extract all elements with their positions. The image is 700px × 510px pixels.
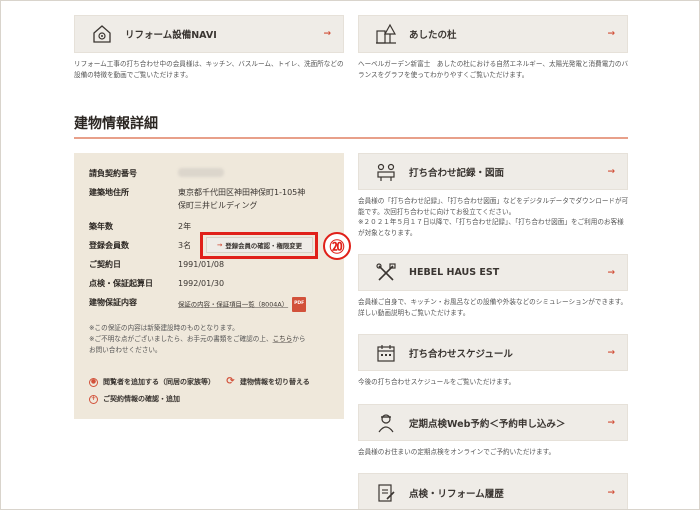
meeting-records-button[interactable]: 打ち合わせ記録・図面 → bbox=[358, 153, 628, 190]
inspection-reservation-button[interactable]: 定期点検Web予約＜予約申し込み＞ → bbox=[358, 404, 628, 441]
tools-icon bbox=[371, 258, 401, 288]
note-3: お問い合わせください。 bbox=[89, 346, 162, 354]
add-viewer-label: 閲覧者を追加する（同居の家族等） bbox=[103, 378, 215, 386]
note-2: ※ご不明な点がございましたら、お手元の書類をご確認の上、こちらから bbox=[89, 334, 334, 346]
arrow-right-icon: → bbox=[323, 29, 331, 39]
meeting-schedule-desc: 今後の打ち合わせスケジュールをご覧いただけます。 bbox=[358, 378, 516, 386]
contract-info-label: ご契約情報の確認・追加 bbox=[103, 395, 180, 403]
arrow-right-icon: → bbox=[607, 347, 615, 358]
meeting-records-desc-1: 会員様の「打ち合わせ記録」、「打ち合わせ図面」などをデジタルデータでダウンロード… bbox=[358, 197, 629, 216]
warranty-link[interactable]: 保証の内容・保証項目一覧（8004A） bbox=[178, 300, 288, 308]
switch-building-button[interactable]: ⟳ 建物情報を切り替える bbox=[226, 377, 310, 387]
calendar-icon bbox=[371, 338, 401, 368]
contact-link[interactable]: こちら bbox=[273, 335, 293, 343]
ashita-no-mori-button[interactable]: あしたの杜 → bbox=[358, 15, 628, 53]
refresh-icon: ⟳ bbox=[226, 376, 235, 387]
contract-info-button[interactable]: + ご契約情報の確認・追加 bbox=[89, 394, 180, 404]
note-1: ※この保証の内容は新築建設時のものとなります。 bbox=[89, 324, 239, 332]
reform-navi-label: リフォーム設備NAVI bbox=[125, 30, 217, 41]
inspection-reservation-desc: 会員様のお住まいの定期点検をオンラインでご予約いただけます。 bbox=[358, 448, 556, 456]
inspection-reservation-label: 定期点検Web予約＜予約申し込み＞ bbox=[409, 418, 566, 430]
warranty-value: 保証の内容・保証項目一覧（8004A） PDF bbox=[178, 297, 307, 312]
note-2-a: ※ご不明な点がございましたら、お手元の書類をご確認の上、 bbox=[89, 335, 273, 343]
hebel-haus-est-desc: 会員様ご自身で、キッチン・お風呂などの設備や外装などのシミュレーションができます… bbox=[358, 298, 628, 317]
arrow-right-icon: → bbox=[607, 267, 615, 278]
address-label: 建築地住所 bbox=[89, 188, 129, 197]
years-label: 築年数 bbox=[89, 222, 113, 231]
section-divider bbox=[74, 137, 628, 139]
add-viewer-button[interactable]: ● 閲覧者を追加する（同居の家族等） bbox=[89, 377, 215, 387]
person-icon: ● bbox=[89, 377, 98, 387]
hebel-haus-est-label: HEBEL HAUS EST bbox=[409, 267, 500, 278]
meeting-records-desc: 会員様の「打ち合わせ記録」、「打ち合わせ図面」などをデジタルデータでダウンロード… bbox=[358, 196, 630, 238]
contract-number-label: 請負契約番号 bbox=[89, 169, 137, 178]
members-label: 登録会員数 bbox=[89, 241, 129, 250]
contract-date-label: ご契約日 bbox=[89, 260, 121, 269]
members-value: 3名 bbox=[178, 241, 192, 250]
ashita-no-mori-desc: ヘーベルガーデン新富士 あしたの杜における自然エネルギー、太陽光発電と消費電力の… bbox=[358, 60, 629, 79]
arrow-right-icon: → bbox=[607, 417, 615, 428]
note-2-b: から bbox=[292, 335, 306, 343]
inspection-label: 点検・保証起算日 bbox=[89, 279, 153, 288]
redacted-value bbox=[178, 168, 224, 177]
meeting-records-desc-2: ※２０２１年５月１７日以降で、「打ち合わせ記録」、「打ち合わせ図面」をご利用のお… bbox=[358, 218, 624, 237]
arrow-right-icon: → bbox=[607, 166, 615, 177]
arrow-right-icon: → bbox=[607, 488, 615, 498]
meeting-schedule-label: 打ち合わせスケジュール bbox=[409, 348, 513, 360]
document-edit-icon bbox=[371, 478, 401, 508]
switch-building-label: 建物情報を切り替える bbox=[240, 378, 310, 386]
building-info-panel: 請負契約番号 建築地住所 東京都千代田区神田神保町1-105神 保町三井ビルディン… bbox=[74, 153, 344, 419]
plus-icon: + bbox=[89, 394, 98, 404]
meeting-icon bbox=[371, 157, 401, 187]
contract-date-value: 1991/01/08 bbox=[178, 260, 225, 269]
inspection-history-label: 点検・リフォーム履歴 bbox=[409, 489, 504, 500]
inspection-value: 1992/01/30 bbox=[178, 279, 225, 288]
meeting-records-label: 打ち合わせ記録・図面 bbox=[409, 167, 505, 179]
building-tree-icon bbox=[371, 19, 401, 49]
reform-navi-desc: リフォーム工事の打ち合わせ中の会員様は、キッチン、バスルーム、トイレ、洗面所など… bbox=[74, 60, 344, 79]
meeting-schedule-button[interactable]: 打ち合わせスケジュール → bbox=[358, 334, 628, 371]
address-value: 東京都千代田区神田神保町1-105神 保町三井ビルディング bbox=[178, 187, 305, 212]
address-line-1: 東京都千代田区神田神保町1-105神 bbox=[178, 188, 306, 197]
years-value: 2年 bbox=[178, 222, 192, 231]
warranty-label: 建物保証内容 bbox=[89, 298, 137, 307]
annotation-highlight-box bbox=[200, 232, 318, 259]
arrow-right-icon: → bbox=[607, 29, 615, 39]
hebel-haus-est-button[interactable]: HEBEL HAUS EST → bbox=[358, 254, 628, 291]
reform-navi-button[interactable]: リフォーム設備NAVI → bbox=[74, 15, 344, 53]
page-frame: リフォーム設備NAVI → リフォーム工事の打ち合わせ中の会員様は、キッチン、バ… bbox=[0, 0, 700, 510]
inspection-history-button[interactable]: 点検・リフォーム履歴 → bbox=[358, 473, 628, 509]
pdf-icon: PDF bbox=[292, 297, 307, 312]
inspector-icon bbox=[371, 408, 401, 438]
contract-number-value bbox=[178, 168, 224, 182]
house-gear-icon bbox=[87, 19, 117, 49]
address-line-2: 保町三井ビルディング bbox=[178, 200, 258, 210]
annotation-badge: ⑳ bbox=[323, 232, 351, 260]
ashita-no-mori-label: あしたの杜 bbox=[409, 30, 457, 41]
section-title: 建物情報詳細 bbox=[74, 116, 158, 132]
